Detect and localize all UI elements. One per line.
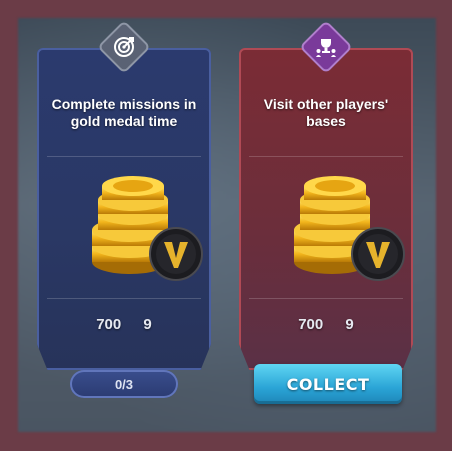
- mission-title: Visit other players' bases: [263, 96, 389, 129]
- v-token-icon: [351, 227, 405, 281]
- v-token-icon: [149, 227, 203, 281]
- collect-button[interactable]: COLLECT: [254, 364, 402, 404]
- coin-reward: 700: [298, 316, 324, 333]
- reward-values: 700 9: [239, 316, 413, 333]
- reward-values: 700 9: [37, 316, 211, 333]
- mission-title: Complete missions in gold medal time: [51, 96, 197, 129]
- target-icon: [107, 30, 141, 64]
- token-reward: 9: [345, 316, 354, 333]
- coin-reward: 700: [96, 316, 122, 333]
- trophy-icon: [309, 30, 343, 64]
- token-reward: 9: [143, 316, 152, 333]
- mission-progress: 0/3: [70, 370, 178, 398]
